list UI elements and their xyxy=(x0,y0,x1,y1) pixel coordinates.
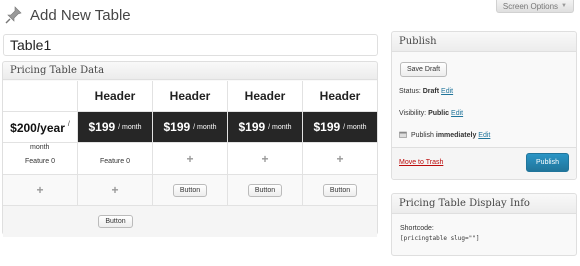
header-cell[interactable]: Header xyxy=(228,81,303,112)
shortcode-value: [pricingtable slug=""] xyxy=(400,235,480,242)
publish-heading: Publish xyxy=(392,32,576,52)
add-feature-button[interactable]: + xyxy=(303,143,377,175)
column-button[interactable]: Button xyxy=(322,183,358,197)
save-draft-button[interactable]: Save Draft xyxy=(400,62,448,77)
price-amount: $199 xyxy=(238,120,266,134)
price-month: month xyxy=(30,144,50,151)
move-to-trash-link[interactable]: Move to Trash xyxy=(399,159,443,166)
footer-cell-empty xyxy=(228,206,303,237)
page-title: Add New Table xyxy=(30,6,131,24)
footer-cell-empty xyxy=(303,206,377,237)
plus-icon: + xyxy=(111,183,119,197)
add-button-cell[interactable]: + xyxy=(78,175,153,206)
pricing-table-heading: Pricing Table Data xyxy=(3,62,377,80)
plus-icon: + xyxy=(36,183,44,197)
price-cell[interactable]: $199/ month xyxy=(228,112,303,143)
price-amount: $199 xyxy=(163,120,191,134)
schedule-line: Publish immediately Edit xyxy=(399,131,490,139)
footer-button[interactable]: Button xyxy=(98,215,133,228)
price-cell[interactable]: $199/ month xyxy=(153,112,228,143)
price-cell-first[interactable]: $200/year / month xyxy=(3,112,78,151)
edit-visibility-link[interactable]: Edit xyxy=(451,110,463,117)
header-cell-empty xyxy=(3,81,78,112)
price-per: / xyxy=(67,121,70,128)
price-cell[interactable]: $199/ month xyxy=(303,112,377,143)
shortcode-label: Shortcode: xyxy=(400,225,434,232)
publish-panel: Publish Save Draft Status: Draft Edit Vi… xyxy=(391,31,577,180)
price-amount: $200/year xyxy=(10,121,65,135)
price-per: / month xyxy=(193,123,217,131)
column-button-cell: Button xyxy=(303,175,377,206)
header-cell[interactable]: Header xyxy=(78,81,153,112)
publish-actions: Move to Trash Publish xyxy=(392,147,576,179)
footer-cell-empty xyxy=(153,206,228,237)
price-amount: $199 xyxy=(88,120,116,134)
column-button[interactable]: Button xyxy=(172,183,208,197)
price-amount: $199 xyxy=(313,120,341,134)
header-cell[interactable]: Header xyxy=(303,81,377,112)
price-cell[interactable]: $199/ month xyxy=(78,112,153,143)
button-row: + + Button Button Button xyxy=(3,175,377,206)
screen-options-button[interactable]: Screen Options ▼ xyxy=(495,0,574,13)
publish-value: immediately xyxy=(435,132,477,139)
plus-icon: + xyxy=(261,151,269,166)
visibility-value: Public xyxy=(428,110,450,117)
visibility-label: Visibility: xyxy=(399,110,427,117)
status-label: Status: xyxy=(399,88,421,95)
plus-icon: + xyxy=(336,151,344,166)
pricing-table-panel: Pricing Table Data Header Header Header … xyxy=(2,61,378,237)
edit-status-link[interactable]: Edit xyxy=(441,88,453,95)
plus-icon: + xyxy=(186,151,194,166)
footer-button-cell: Button xyxy=(78,206,153,237)
add-button-cell[interactable]: + xyxy=(3,175,78,206)
column-button[interactable]: Button xyxy=(247,183,283,197)
column-button-cell: Button xyxy=(153,175,228,206)
add-feature-button[interactable]: + xyxy=(153,143,228,175)
header-row: Header Header Header Header xyxy=(3,81,377,112)
status-line: Status: Draft Edit xyxy=(399,88,453,95)
visibility-line: Visibility: Public Edit xyxy=(399,110,463,117)
footer-cell-empty xyxy=(3,206,78,237)
pricing-table-grid: Header Header Header Header $200/year / m… xyxy=(3,81,377,237)
price-per: / month xyxy=(343,123,367,131)
price-per: / month xyxy=(268,123,292,131)
page-heading: Add New Table xyxy=(4,4,131,26)
column-button-cell: Button xyxy=(228,175,303,206)
calendar-icon xyxy=(399,131,407,138)
pushpin-icon xyxy=(5,6,22,24)
triangle-down-icon: ▼ xyxy=(561,3,567,9)
price-row: $200/year / month $199/ month $199/ month… xyxy=(3,112,377,151)
screen-options-label: Screen Options xyxy=(502,1,559,11)
price-per: / month xyxy=(118,123,142,131)
display-info-panel: Pricing Table Display Info Shortcode: [p… xyxy=(391,193,577,256)
publish-label: Publish xyxy=(410,132,434,139)
edit-schedule-link[interactable]: Edit xyxy=(478,132,490,139)
add-feature-button[interactable]: + xyxy=(228,143,303,175)
feature-row: Feature 0 Feature 0 + + + xyxy=(3,143,377,175)
display-info-heading: Pricing Table Display Info xyxy=(392,194,576,214)
publish-button[interactable]: Publish xyxy=(526,153,569,172)
post-title-input[interactable] xyxy=(3,34,378,56)
header-cell[interactable]: Header xyxy=(153,81,228,112)
footer-button-row: Button xyxy=(3,206,377,237)
status-value: Draft xyxy=(422,88,440,95)
feature-cell[interactable]: Feature 0 xyxy=(78,143,153,175)
